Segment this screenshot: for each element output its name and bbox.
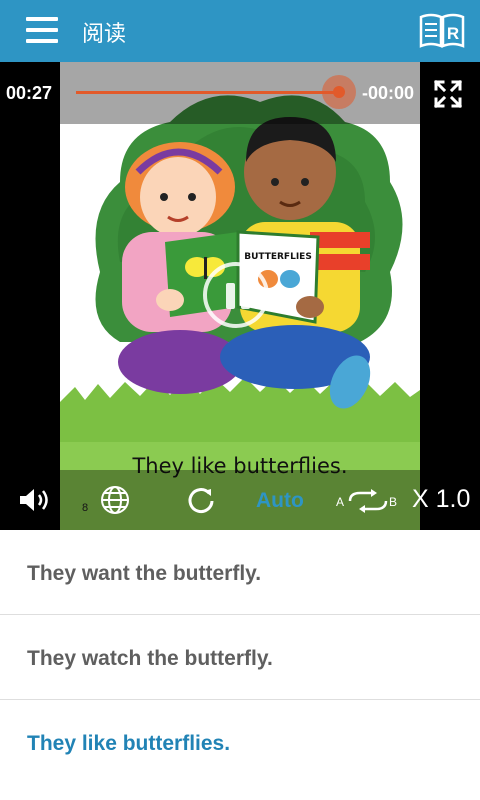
ab-repeat-b: B (389, 495, 397, 509)
auto-play-toggle[interactable]: Auto (256, 489, 304, 513)
book-icon-letter: R (447, 24, 459, 43)
hamburger-menu-icon[interactable] (26, 17, 58, 43)
elapsed-time: 00:27 (6, 83, 53, 103)
book-reader-icon[interactable]: R (418, 12, 466, 50)
globe-icon[interactable] (100, 485, 130, 520)
sentence-text: They want the butterfly. (27, 562, 262, 585)
remaining-time: -00:00 (362, 83, 415, 103)
sentence-text: They watch the butterfly. (27, 647, 273, 670)
pause-icon (226, 283, 235, 309)
replay-icon[interactable] (186, 485, 216, 520)
pause-button[interactable] (203, 262, 269, 328)
ab-repeat-icon[interactable]: A B (336, 488, 400, 519)
ab-repeat-a: A (336, 495, 344, 509)
sentence-item-active[interactable]: They like butterflies. (0, 699, 480, 784)
seek-thumb[interactable] (322, 75, 356, 109)
sentence-item[interactable]: They watch the butterfly. (0, 614, 480, 699)
app-bar: 阅读 R (0, 0, 480, 62)
sentence-item[interactable]: They want the butterfly. (0, 530, 480, 614)
volume-icon[interactable] (18, 487, 54, 518)
player-controls: Auto A B X 1.0 (0, 470, 480, 530)
book-cover-title: BUTTERFLIES (244, 252, 312, 262)
book-player[interactable]: BUTTERFLIES They like butterflies. 8 00:… (0, 62, 480, 530)
sentence-list: They want the butterfly. They watch the … (0, 530, 480, 784)
page-title: 阅读 (82, 22, 127, 47)
sentence-text: They like butterflies. (27, 732, 231, 755)
player-top-bar: 00:27 -00:00 (0, 62, 480, 124)
seek-bar[interactable] (76, 91, 338, 94)
fullscreen-icon[interactable] (433, 79, 463, 109)
playback-speed[interactable]: X 1.0 (412, 485, 470, 514)
